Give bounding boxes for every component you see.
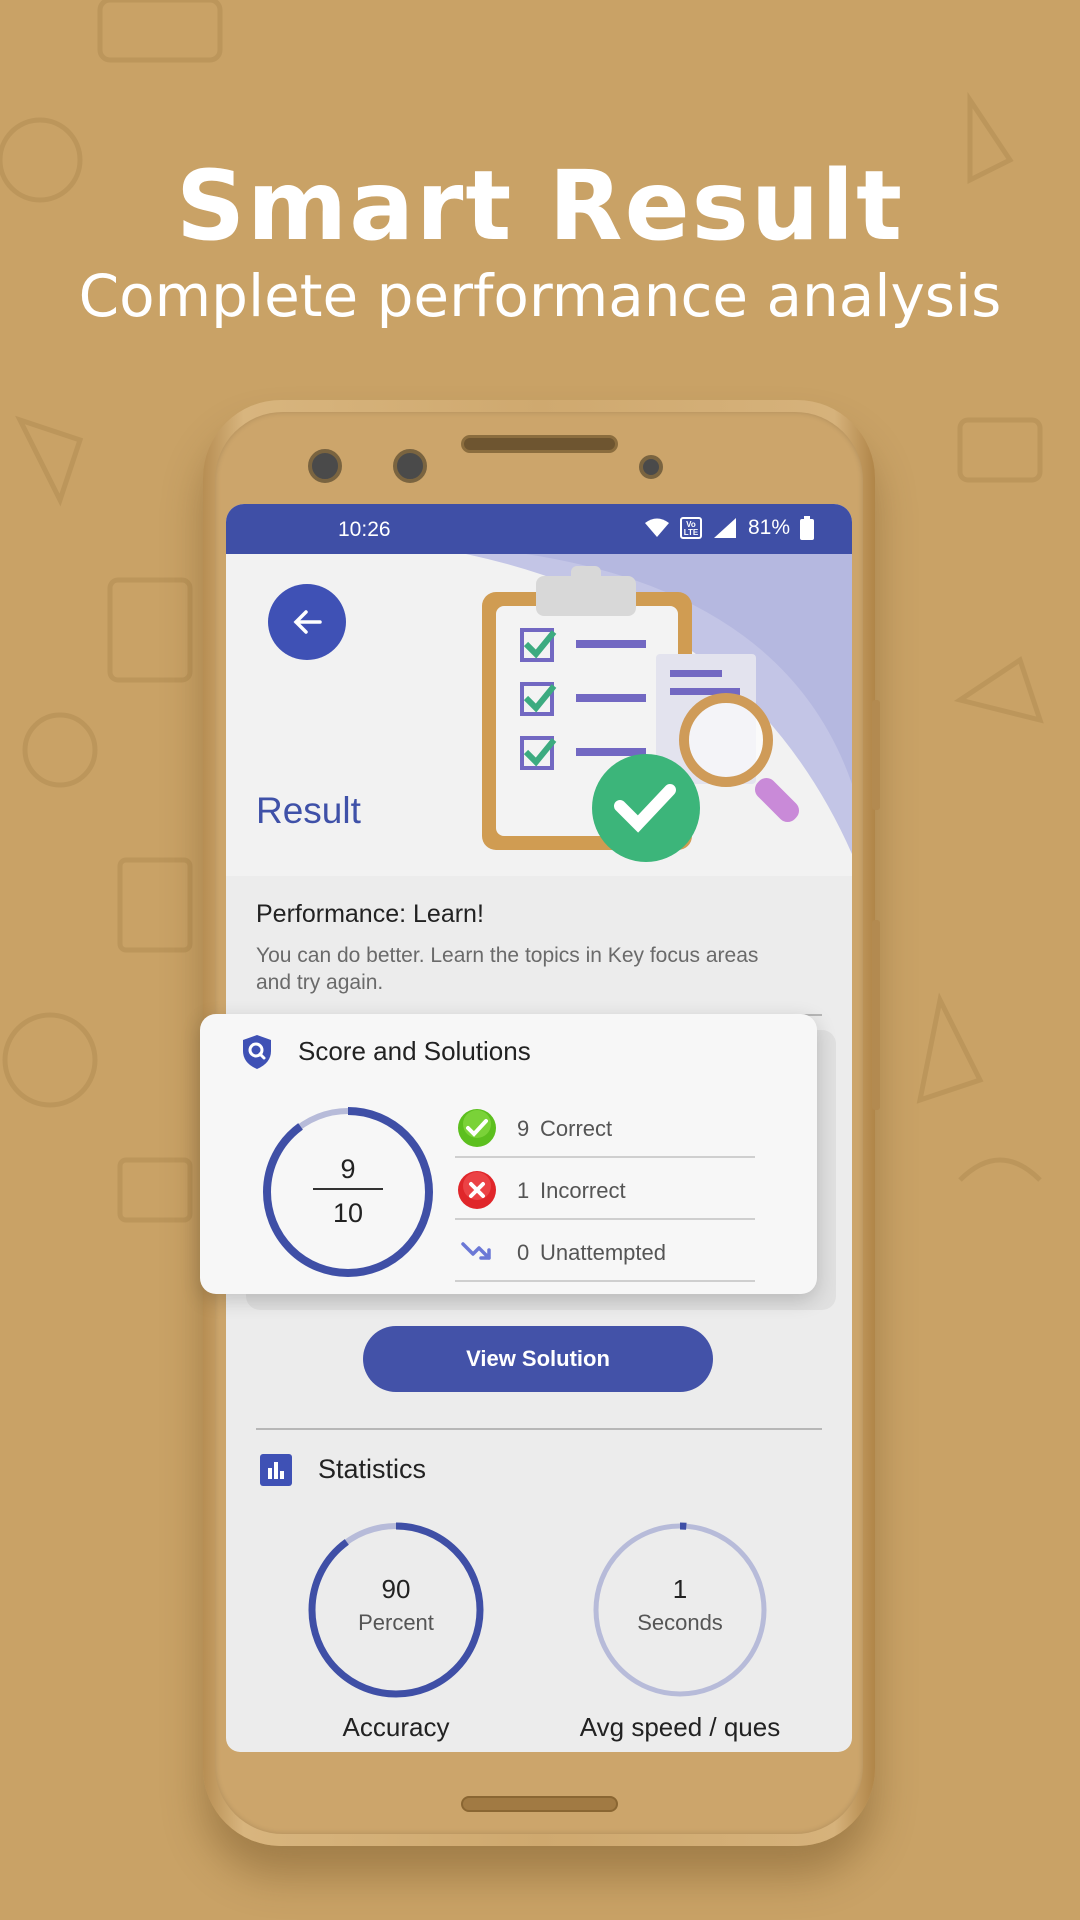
status-time: 10:26 (338, 518, 391, 541)
accuracy-label: Accuracy (342, 1712, 450, 1742)
battery-icon (800, 516, 814, 540)
result-header: Result (226, 554, 852, 876)
incorrect-count: 1 (517, 1178, 530, 1203)
sensor-icon (639, 455, 663, 479)
performance-message: You can do better. Learn the topics in K… (256, 944, 759, 994)
unattempted-row: 0 Unattempted (455, 1220, 755, 1282)
correct-label: Correct (540, 1116, 613, 1141)
trend-down-icon (461, 1242, 491, 1260)
score-ring (263, 1107, 433, 1277)
arrow-left-icon (293, 610, 322, 634)
check-circle-icon (458, 1109, 496, 1147)
status-bar: 10:26 Vo LTE 81% (226, 504, 852, 554)
avg-speed-unit: Seconds (637, 1610, 723, 1635)
avg-speed-label: Avg speed / ques (579, 1712, 781, 1742)
shield-search-icon (243, 1035, 271, 1069)
avg-speed-value: 1 (672, 1574, 688, 1604)
cross-circle-icon (458, 1171, 496, 1209)
back-button[interactable] (268, 584, 346, 660)
unattempted-label: Unattempted (540, 1240, 666, 1265)
performance-title: Performance: Learn! (256, 900, 484, 928)
camera-lens-icon (393, 449, 427, 483)
power-button (872, 920, 880, 1110)
promo-headline: Smart Result (176, 150, 904, 262)
incorrect-row: 1 Incorrect (455, 1158, 755, 1220)
statistics-title: Statistics (318, 1454, 427, 1484)
score-solutions-card: Score and Solutions 9 10 9 Correct 1 Inc… (200, 1014, 817, 1294)
score-card-title: Score and Solutions (298, 1036, 531, 1066)
incorrect-label: Incorrect (540, 1178, 626, 1203)
fraction-line (313, 1188, 383, 1190)
unattempted-count: 0 (517, 1240, 530, 1265)
wifi-icon (644, 518, 669, 537)
battery-percent: 81% (747, 516, 790, 539)
view-solution-button[interactable]: View Solution (363, 1326, 713, 1392)
accuracy-value: 90 (381, 1574, 411, 1604)
promo-subheadline: Complete performance analysis (78, 262, 1002, 330)
bar-chart-icon (260, 1454, 292, 1486)
score-total: 10 (332, 1198, 364, 1228)
home-bar (461, 1796, 618, 1812)
score-value: 9 (340, 1154, 356, 1184)
page-title: Result (256, 790, 361, 831)
camera-lens-icon (308, 449, 342, 483)
speaker-grille (461, 435, 618, 453)
divider (256, 1428, 822, 1430)
correct-count: 9 (517, 1116, 530, 1141)
volume-button (872, 700, 880, 810)
volte-icon: Vo LTE (679, 517, 702, 539)
signal-icon (713, 518, 736, 538)
accuracy-unit: Percent (358, 1610, 434, 1635)
correct-row: 9 Correct (455, 1096, 755, 1158)
